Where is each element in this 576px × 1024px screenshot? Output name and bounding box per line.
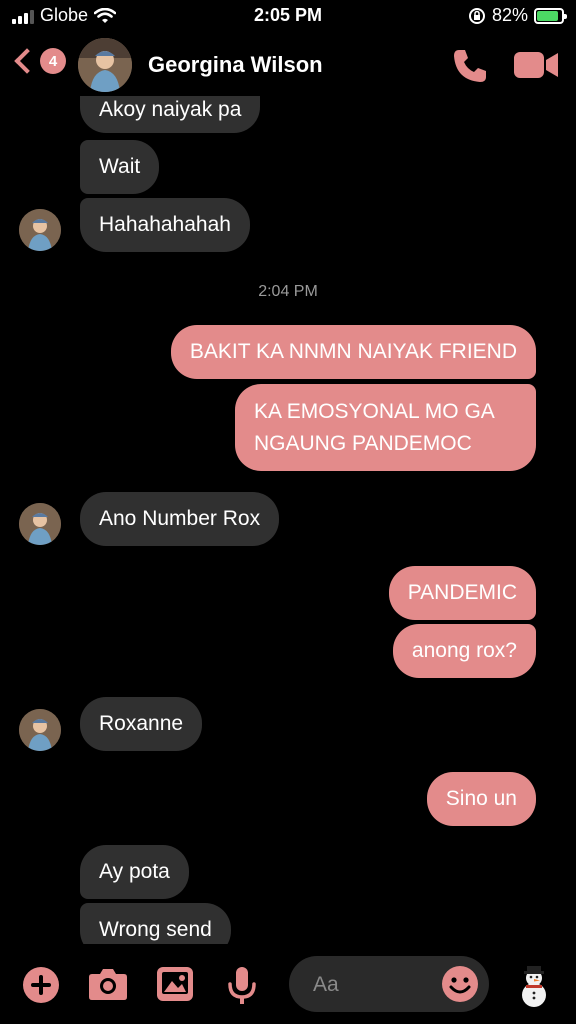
message-input[interactable] [311,970,435,1000]
incoming-message[interactable]: Wait [80,140,160,194]
microphone-icon[interactable] [226,966,258,1006]
back-button[interactable]: 4 [12,48,66,74]
camera-icon[interactable] [88,966,128,1002]
sender-avatar[interactable] [19,209,61,251]
incoming-message[interactable]: Ano Number Rox [80,492,280,546]
outgoing-message[interactable]: Sino un [426,772,536,826]
back-chevron-icon [14,48,40,74]
photo-icon[interactable] [156,966,194,1002]
status-bar: Globe 2:05 PM 82% [0,0,576,34]
sender-avatar[interactable] [19,503,61,545]
outgoing-message[interactable]: KA EMOSYONAL MO GA NGAUNG PANDEMOC [235,384,536,471]
phone-icon[interactable] [450,46,490,86]
message-input-container[interactable] [289,956,489,1012]
incoming-message[interactable]: Hahahahahah [80,198,250,252]
outgoing-message[interactable]: PANDEMIC [388,566,536,620]
outgoing-message[interactable]: anong rox? [392,624,536,678]
incoming-message[interactable]: Roxanne [80,697,203,751]
outgoing-message[interactable]: BAKIT KA NNMN NAIYAK FRIEND [170,325,536,379]
contact-avatar[interactable] [78,38,132,92]
battery-icon [534,7,567,24]
composer-bar [0,944,576,1024]
message-line: KA EMOSYONAL MO GA [254,400,495,423]
rotation-lock-icon [468,7,485,24]
chat-header: 4 Georgina Wilson [0,34,576,96]
plus-icon[interactable] [22,966,60,1004]
contact-name[interactable]: Georgina Wilson [148,52,323,78]
message-timestamp: 2:04 PM [258,283,318,300]
unread-badge: 4 [40,48,66,74]
sender-avatar[interactable] [19,709,61,751]
video-camera-icon[interactable] [514,50,560,80]
smiley-icon[interactable] [441,965,479,1003]
message-line: NGAUNG PANDEMOC [254,432,472,455]
battery-percent: 82% [491,5,528,25]
incoming-message[interactable]: Ay pota [80,845,189,899]
snowman-sticker-icon[interactable] [512,962,556,1008]
